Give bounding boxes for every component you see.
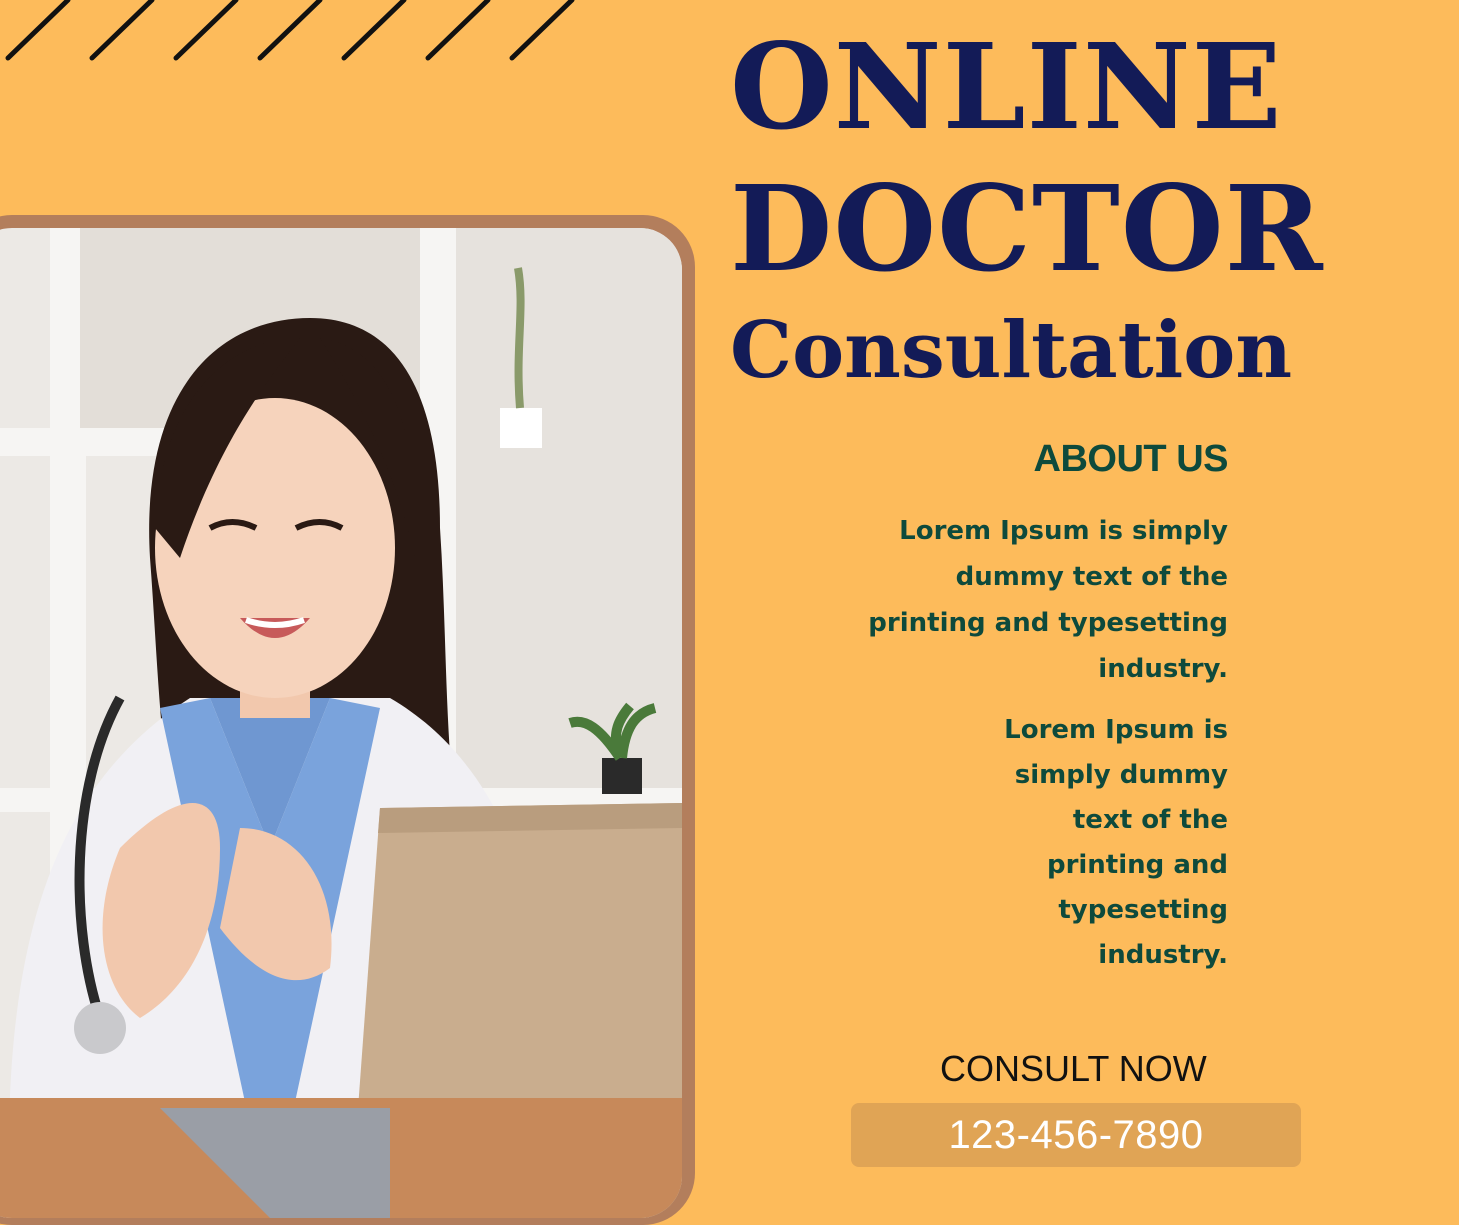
consult-now-label: CONSULT NOW [940,1048,1207,1089]
headline-online: ONLINE [730,17,1283,156]
headline-consultation: Consultation [730,305,1293,396]
phone-number-button[interactable]: 123-456-7890 [851,1103,1301,1167]
about-paragraph-1: Lorem Ipsum is simply dummy text of the … [868,516,1228,684]
doctor-photo [0,228,682,1218]
about-paragraph-2: Lorem Ipsum is simply dummy text of the … [1004,715,1228,970]
doctor-video-call-illustration [0,228,682,1218]
headline-doctor: DOCTOR [730,159,1324,298]
about-us-heading: ABOUT US [1033,438,1229,480]
decorative-stripes [5,0,575,61]
